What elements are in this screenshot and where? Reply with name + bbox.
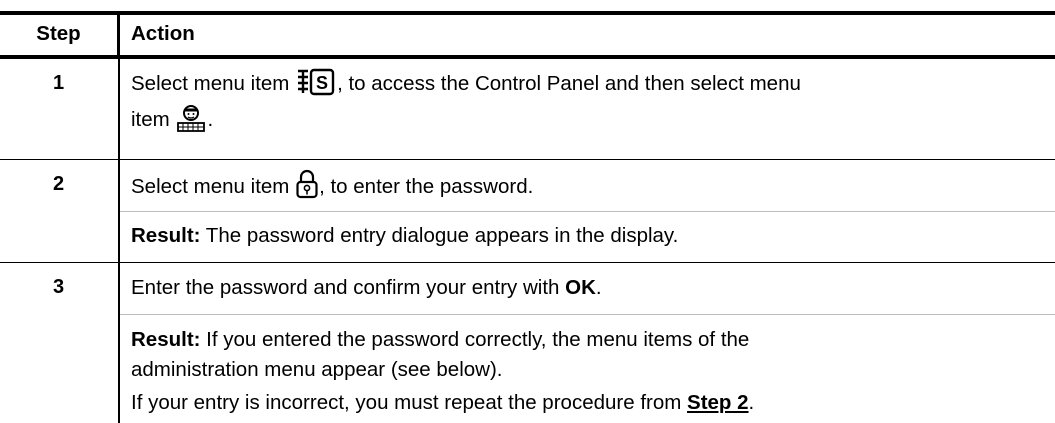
row-3-text-a: Enter the password and confirm your entr…: [131, 276, 566, 299]
row-2-result-text: The password entry dialogue appears in t…: [200, 224, 679, 247]
result-label: Result:: [131, 328, 201, 351]
row-3-result-text-1: If you entered the password correctly, t…: [200, 328, 750, 351]
header-column-divider: [117, 11, 120, 59]
row-2-text-a: Select menu item: [131, 175, 296, 198]
step-number-3: 3: [52, 276, 65, 298]
row-3-note-text: If your entry is incorrect, you must rep…: [131, 391, 688, 414]
row-3-note-end: .: [748, 391, 755, 414]
row-3-text-b: .: [595, 276, 602, 299]
header-step: Step: [36, 22, 81, 45]
row-2-action: Select menu item , to enter the password…: [131, 169, 533, 209]
row-1-text-a: Select menu item: [131, 72, 296, 95]
column-divider: [118, 59, 120, 423]
ok-keyword: OK: [565, 276, 596, 299]
row-1-text-c: item: [131, 108, 176, 131]
step-number-1: 1: [52, 72, 65, 94]
step-number-2: 2: [52, 173, 65, 195]
padlock-icon: [296, 169, 318, 209]
subrow-divider-2: [119, 211, 1055, 212]
row-3-note: If your entry is incorrect, you must rep…: [131, 387, 754, 419]
row-1-text-b: , to access the Control Panel and then s…: [337, 72, 801, 95]
header-bottom-border: [0, 55, 1055, 59]
subrow-divider-3: [119, 314, 1055, 315]
step-2-link[interactable]: Step 2: [687, 391, 749, 414]
row-1-text-d: .: [207, 108, 214, 131]
result-label: Result:: [131, 224, 201, 247]
row-3-action: Enter the password and confirm your entr…: [131, 272, 602, 304]
row-1-line-1: Select menu item S , to access the Contro…: [131, 68, 801, 106]
table-top-border: [0, 11, 1055, 15]
row-divider-2: [0, 262, 1055, 263]
row-3-result-line-2: administration menu appear (see below).: [131, 358, 503, 381]
row-2-text-b: , to enter the password.: [319, 175, 534, 198]
svg-text:S: S: [316, 73, 328, 93]
row-2-result: Result: The password entry dialogue appe…: [131, 220, 678, 252]
procedure-table: Step Action 1 Select menu item S , to acc…: [0, 0, 1055, 423]
settings-list-icon: S: [296, 68, 336, 106]
row-3-result-line-1: Result: If you entered the password corr…: [131, 324, 749, 356]
row-1-line-2: item .: [131, 104, 213, 142]
user-keyboard-icon: [176, 104, 206, 142]
header-action: Action: [131, 22, 195, 45]
row-divider-1: [0, 159, 1055, 160]
